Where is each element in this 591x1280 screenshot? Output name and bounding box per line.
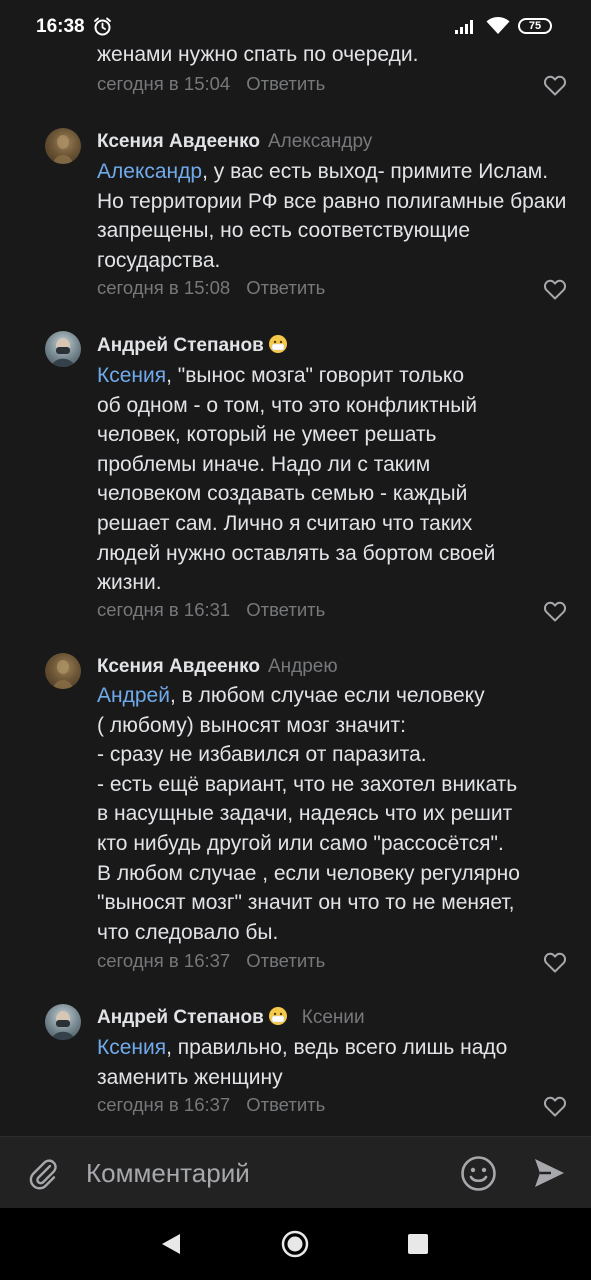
comment-time: сегодня в 16:37 bbox=[97, 950, 231, 971]
alarm-clock-icon bbox=[94, 17, 111, 36]
back-triangle-icon[interactable] bbox=[160, 1232, 182, 1256]
avatar[interactable] bbox=[45, 331, 81, 367]
comment-meta: сегодня в 16:37 Ответить bbox=[97, 1093, 325, 1117]
comment-body: , в любом случае если человеку ( любому)… bbox=[97, 684, 520, 944]
heart-icon[interactable] bbox=[543, 1095, 567, 1117]
comments-feed[interactable]: женами нужно спать по очереди. сегодня в… bbox=[0, 0, 591, 1136]
heart-icon[interactable] bbox=[543, 74, 567, 96]
status-time: 16:38 bbox=[36, 16, 85, 37]
avatar[interactable] bbox=[45, 653, 81, 689]
mention-link[interactable]: Ксения bbox=[97, 364, 166, 387]
comment-composer bbox=[0, 1136, 591, 1209]
author-name[interactable]: Ксения Авдеенко bbox=[97, 656, 260, 677]
avatar[interactable] bbox=[45, 128, 81, 164]
home-circle-icon[interactable] bbox=[281, 1230, 309, 1258]
author-name[interactable]: Андрей Степанов bbox=[97, 1007, 264, 1028]
comment-text: Андрей, в любом случае если человеку ( л… bbox=[97, 681, 567, 947]
comment-time: сегодня в 16:37 bbox=[97, 1094, 231, 1115]
mention-link[interactable]: Ксения bbox=[97, 1036, 166, 1059]
reply-button[interactable]: Ответить bbox=[246, 599, 325, 620]
heart-icon[interactable] bbox=[543, 278, 567, 300]
emoji-smile-icon[interactable] bbox=[460, 1155, 497, 1192]
system-nav-bar bbox=[0, 1208, 591, 1280]
heart-icon[interactable] bbox=[543, 600, 567, 622]
mask-face-emoji-icon bbox=[268, 335, 287, 353]
author-name[interactable]: Андрей Степанов bbox=[97, 335, 264, 356]
avatar[interactable] bbox=[45, 1004, 81, 1040]
mention-link[interactable]: Андрей bbox=[97, 684, 170, 707]
comment-meta: сегодня в 16:31 Ответить bbox=[97, 598, 325, 622]
reply-button[interactable]: Ответить bbox=[246, 950, 325, 971]
comment-body: , "вынос мозга" говорит только об одном … bbox=[97, 364, 496, 595]
reply-button[interactable]: Ответить bbox=[246, 73, 325, 94]
comment-text: Ксения, "вынос мозга" говорит только об … bbox=[97, 361, 567, 598]
recents-square-icon[interactable] bbox=[408, 1234, 428, 1254]
reply-to-name[interactable]: Ксении bbox=[302, 1007, 365, 1028]
author-name[interactable]: Ксения Авдеенко bbox=[97, 131, 260, 152]
comment-header: Андрей Степанов bbox=[97, 334, 288, 358]
send-icon[interactable] bbox=[532, 1156, 566, 1190]
comment-time: сегодня в 16:31 bbox=[97, 599, 231, 620]
reply-to-name[interactable]: Александру bbox=[268, 131, 372, 152]
comment-text: Александр, у вас есть выход- примите Исл… bbox=[97, 157, 567, 275]
comment-meta: сегодня в 16:37 Ответить bbox=[97, 949, 325, 973]
comment-time: сегодня в 15:08 bbox=[97, 277, 231, 298]
paperclip-icon[interactable] bbox=[26, 1156, 60, 1190]
mask-face-emoji-icon bbox=[268, 1007, 287, 1025]
comment-header: Ксения Авдеенко Андрею bbox=[97, 655, 338, 679]
comment-meta: сегодня в 15:08 Ответить bbox=[97, 276, 325, 300]
comment-meta: сегодня в 15:04 Ответить bbox=[97, 72, 325, 96]
reply-button[interactable]: Ответить bbox=[246, 277, 325, 298]
reply-button[interactable]: Ответить bbox=[246, 1094, 325, 1115]
reply-to-name[interactable]: Андрею bbox=[268, 656, 338, 677]
heart-icon[interactable] bbox=[543, 951, 567, 973]
wifi-icon bbox=[486, 17, 510, 34]
comment-time: сегодня в 15:04 bbox=[97, 73, 231, 94]
mention-link[interactable]: Александр bbox=[97, 160, 202, 183]
cell-signal-icon bbox=[455, 20, 473, 34]
comment-header: Андрей Степанов Ксении bbox=[97, 1006, 365, 1030]
battery-indicator: 75 bbox=[518, 18, 552, 34]
comment-input[interactable] bbox=[86, 1155, 436, 1191]
comment-header: Ксения Авдеенко Александру bbox=[97, 130, 372, 154]
status-bar: 16:38 75 bbox=[0, 0, 591, 54]
comment-text: Ксения, правильно, ведь всего лишь надо … bbox=[97, 1033, 567, 1092]
